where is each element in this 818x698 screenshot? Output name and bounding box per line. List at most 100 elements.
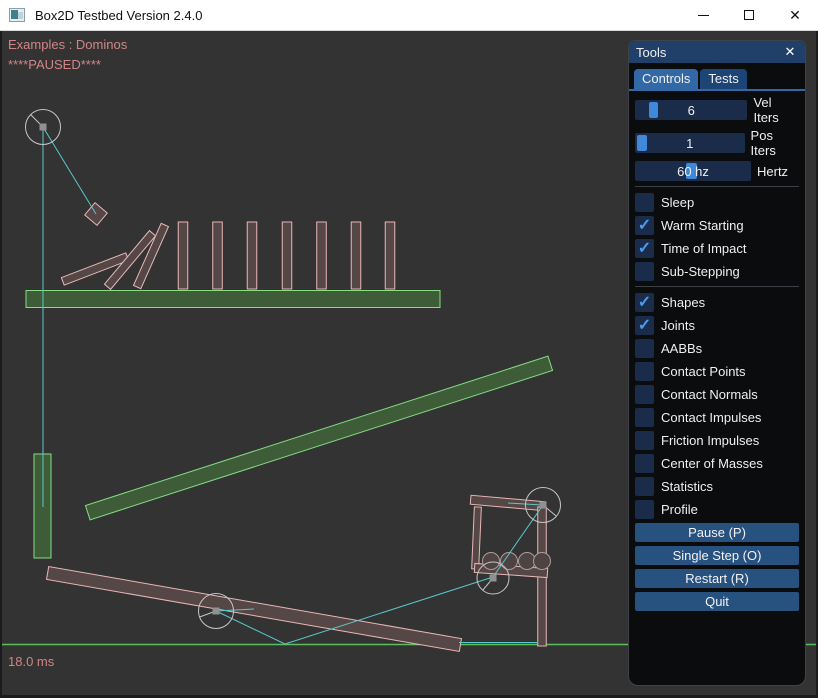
checkbox-box[interactable]: ✓ <box>635 316 654 335</box>
tab-tests[interactable]: Tests <box>700 69 746 89</box>
button-single-step-o[interactable]: Single Step (O) <box>635 546 799 565</box>
checkbox-group-solver: Sleep ✓ Warm Starting ✓ Time of Impact Sub-St… <box>635 193 799 281</box>
ball-2 <box>501 553 518 570</box>
checkbox-shapes[interactable]: ✓ Shapes <box>635 293 799 312</box>
button-quit[interactable]: Quit <box>635 592 799 611</box>
slider-label: Vel Iters <box>753 95 799 125</box>
checkbox-box[interactable]: ✓ <box>635 293 654 312</box>
slider-group: 6 Vel Iters 1 Pos Iters60 hz Hertz <box>635 95 799 181</box>
check-icon: ✓ <box>638 241 651 257</box>
button-restart-r[interactable]: Restart (R) <box>635 569 799 588</box>
hertz-slider[interactable]: 60 hz <box>635 161 751 181</box>
checkbox-contact-impulses[interactable]: Contact Impulses <box>635 408 799 427</box>
tab-controls[interactable]: Controls <box>634 69 698 89</box>
domino-upright-3 <box>247 222 257 289</box>
checkbox-label: Contact Impulses <box>661 410 761 425</box>
checkbox-friction-impulses[interactable]: Friction Impulses <box>635 431 799 450</box>
checkbox-box[interactable] <box>635 262 654 281</box>
checkbox-sleep[interactable]: Sleep <box>635 193 799 212</box>
checkbox-label: Center of Masses <box>661 456 763 471</box>
domino-upright-5 <box>317 222 327 289</box>
slider-row-pos-iters: 1 Pos Iters <box>635 128 799 158</box>
slider-row-vel-iters: 6 Vel Iters <box>635 95 799 125</box>
minimize-button[interactable] <box>680 0 726 30</box>
window-title: Box2D Testbed Version 2.4.0 <box>35 8 202 23</box>
checkbox-profile[interactable]: Profile <box>635 500 799 519</box>
joint-anchor-2 <box>213 608 220 615</box>
example-label: Examples : Dominos <box>8 37 127 52</box>
maximize-icon <box>744 10 754 20</box>
checkbox-box[interactable] <box>635 431 654 450</box>
maximize-button[interactable] <box>726 0 772 30</box>
tools-panel-body: 6 Vel Iters 1 Pos Iters60 hz Hertz Sleep ✓ War… <box>629 91 805 611</box>
check-icon: ✓ <box>638 295 651 311</box>
joint-line-2 <box>43 127 96 214</box>
slider-label: Hertz <box>757 164 788 179</box>
long-plank <box>47 567 462 652</box>
joint-anchor-4 <box>490 575 497 582</box>
separator <box>635 286 799 287</box>
checkbox-box[interactable]: ✓ <box>635 216 654 235</box>
checkbox-statistics[interactable]: Statistics <box>635 477 799 496</box>
domino-upright-4 <box>282 222 292 289</box>
checkbox-group-draw: ✓ Shapes ✓Joints AABBs Contact Points Contact… <box>635 293 799 519</box>
tab-bar: ControlsTests <box>629 63 805 91</box>
slider-row-hertz: 60 hz Hertz <box>635 161 799 181</box>
joint-anchor-3 <box>540 502 547 509</box>
slider-value: 6 <box>635 100 747 120</box>
ball-1 <box>483 553 500 570</box>
checkbox-label: Contact Normals <box>661 387 758 402</box>
checkbox-contact-points[interactable]: Contact Points <box>635 362 799 381</box>
checkbox-warm-starting[interactable]: ✓ Warm Starting <box>635 216 799 235</box>
checkbox-label: Warm Starting <box>661 218 744 233</box>
check-icon: ✓ <box>638 218 651 234</box>
slider-label: Pos Iters <box>751 128 799 158</box>
checkbox-contact-normals[interactable]: Contact Normals <box>635 385 799 404</box>
domino-upright-7 <box>385 222 395 289</box>
domino-upright-6 <box>351 222 361 289</box>
ball-3 <box>519 553 536 570</box>
checkbox-label: Time of Impact <box>661 241 746 256</box>
checkbox-label: Sleep <box>661 195 694 210</box>
checkbox-box[interactable]: ✓ <box>635 239 654 258</box>
checkbox-box[interactable] <box>635 408 654 427</box>
ramp-plank <box>85 356 552 520</box>
checkbox-center-of-masses[interactable]: Center of Masses <box>635 454 799 473</box>
checkbox-box[interactable] <box>635 500 654 519</box>
checkbox-label: Statistics <box>661 479 713 494</box>
checkbox-joints[interactable]: ✓Joints <box>635 316 799 335</box>
frame-time-label: 18.0 ms <box>8 654 54 669</box>
checkbox-box[interactable] <box>635 385 654 404</box>
checkbox-box[interactable] <box>635 339 654 358</box>
window-titlebar: Box2D Testbed Version 2.4.0 ✕ <box>0 0 818 31</box>
domino-platform <box>26 291 440 308</box>
domino-upright-2 <box>213 222 223 289</box>
checkbox-label: Shapes <box>661 295 705 310</box>
checkbox-sub-stepping[interactable]: Sub-Stepping <box>635 262 799 281</box>
frame-left-post <box>472 507 482 569</box>
button-group: Pause (P) Single Step (O) Restart (R) Quit <box>635 523 799 611</box>
app-window: Box2D Testbed Version 2.4.0 ✕ Examples :… <box>0 0 818 698</box>
minimize-icon <box>698 15 709 16</box>
button-pause-p[interactable]: Pause (P) <box>635 523 799 542</box>
domino-upright-1 <box>178 222 188 289</box>
checkbox-box[interactable] <box>635 454 654 473</box>
check-icon: ✓ <box>638 318 651 334</box>
checkbox-label: Friction Impulses <box>661 433 759 448</box>
tools-close-icon[interactable]: ✕ <box>782 44 798 60</box>
slider-value: 1 <box>635 133 745 153</box>
checkbox-box[interactable] <box>635 193 654 212</box>
paused-label: ****PAUSED**** <box>8 57 101 72</box>
checkbox-aabbs[interactable]: AABBs <box>635 339 799 358</box>
checkbox-label: Contact Points <box>661 364 746 379</box>
checkbox-box[interactable] <box>635 362 654 381</box>
checkbox-time-of-impact[interactable]: ✓ Time of Impact <box>635 239 799 258</box>
tools-panel: Tools ✕ ControlsTests 6 Vel Iters 1 Pos Ite… <box>628 40 806 686</box>
pos-iters-slider[interactable]: 1 <box>635 133 745 153</box>
tools-panel-titlebar[interactable]: Tools ✕ <box>629 41 805 63</box>
close-button[interactable]: ✕ <box>772 0 818 30</box>
ball-4 <box>534 553 551 570</box>
checkbox-box[interactable] <box>635 477 654 496</box>
vel-iters-slider[interactable]: 6 <box>635 100 747 120</box>
checkbox-label: Sub-Stepping <box>661 264 740 279</box>
